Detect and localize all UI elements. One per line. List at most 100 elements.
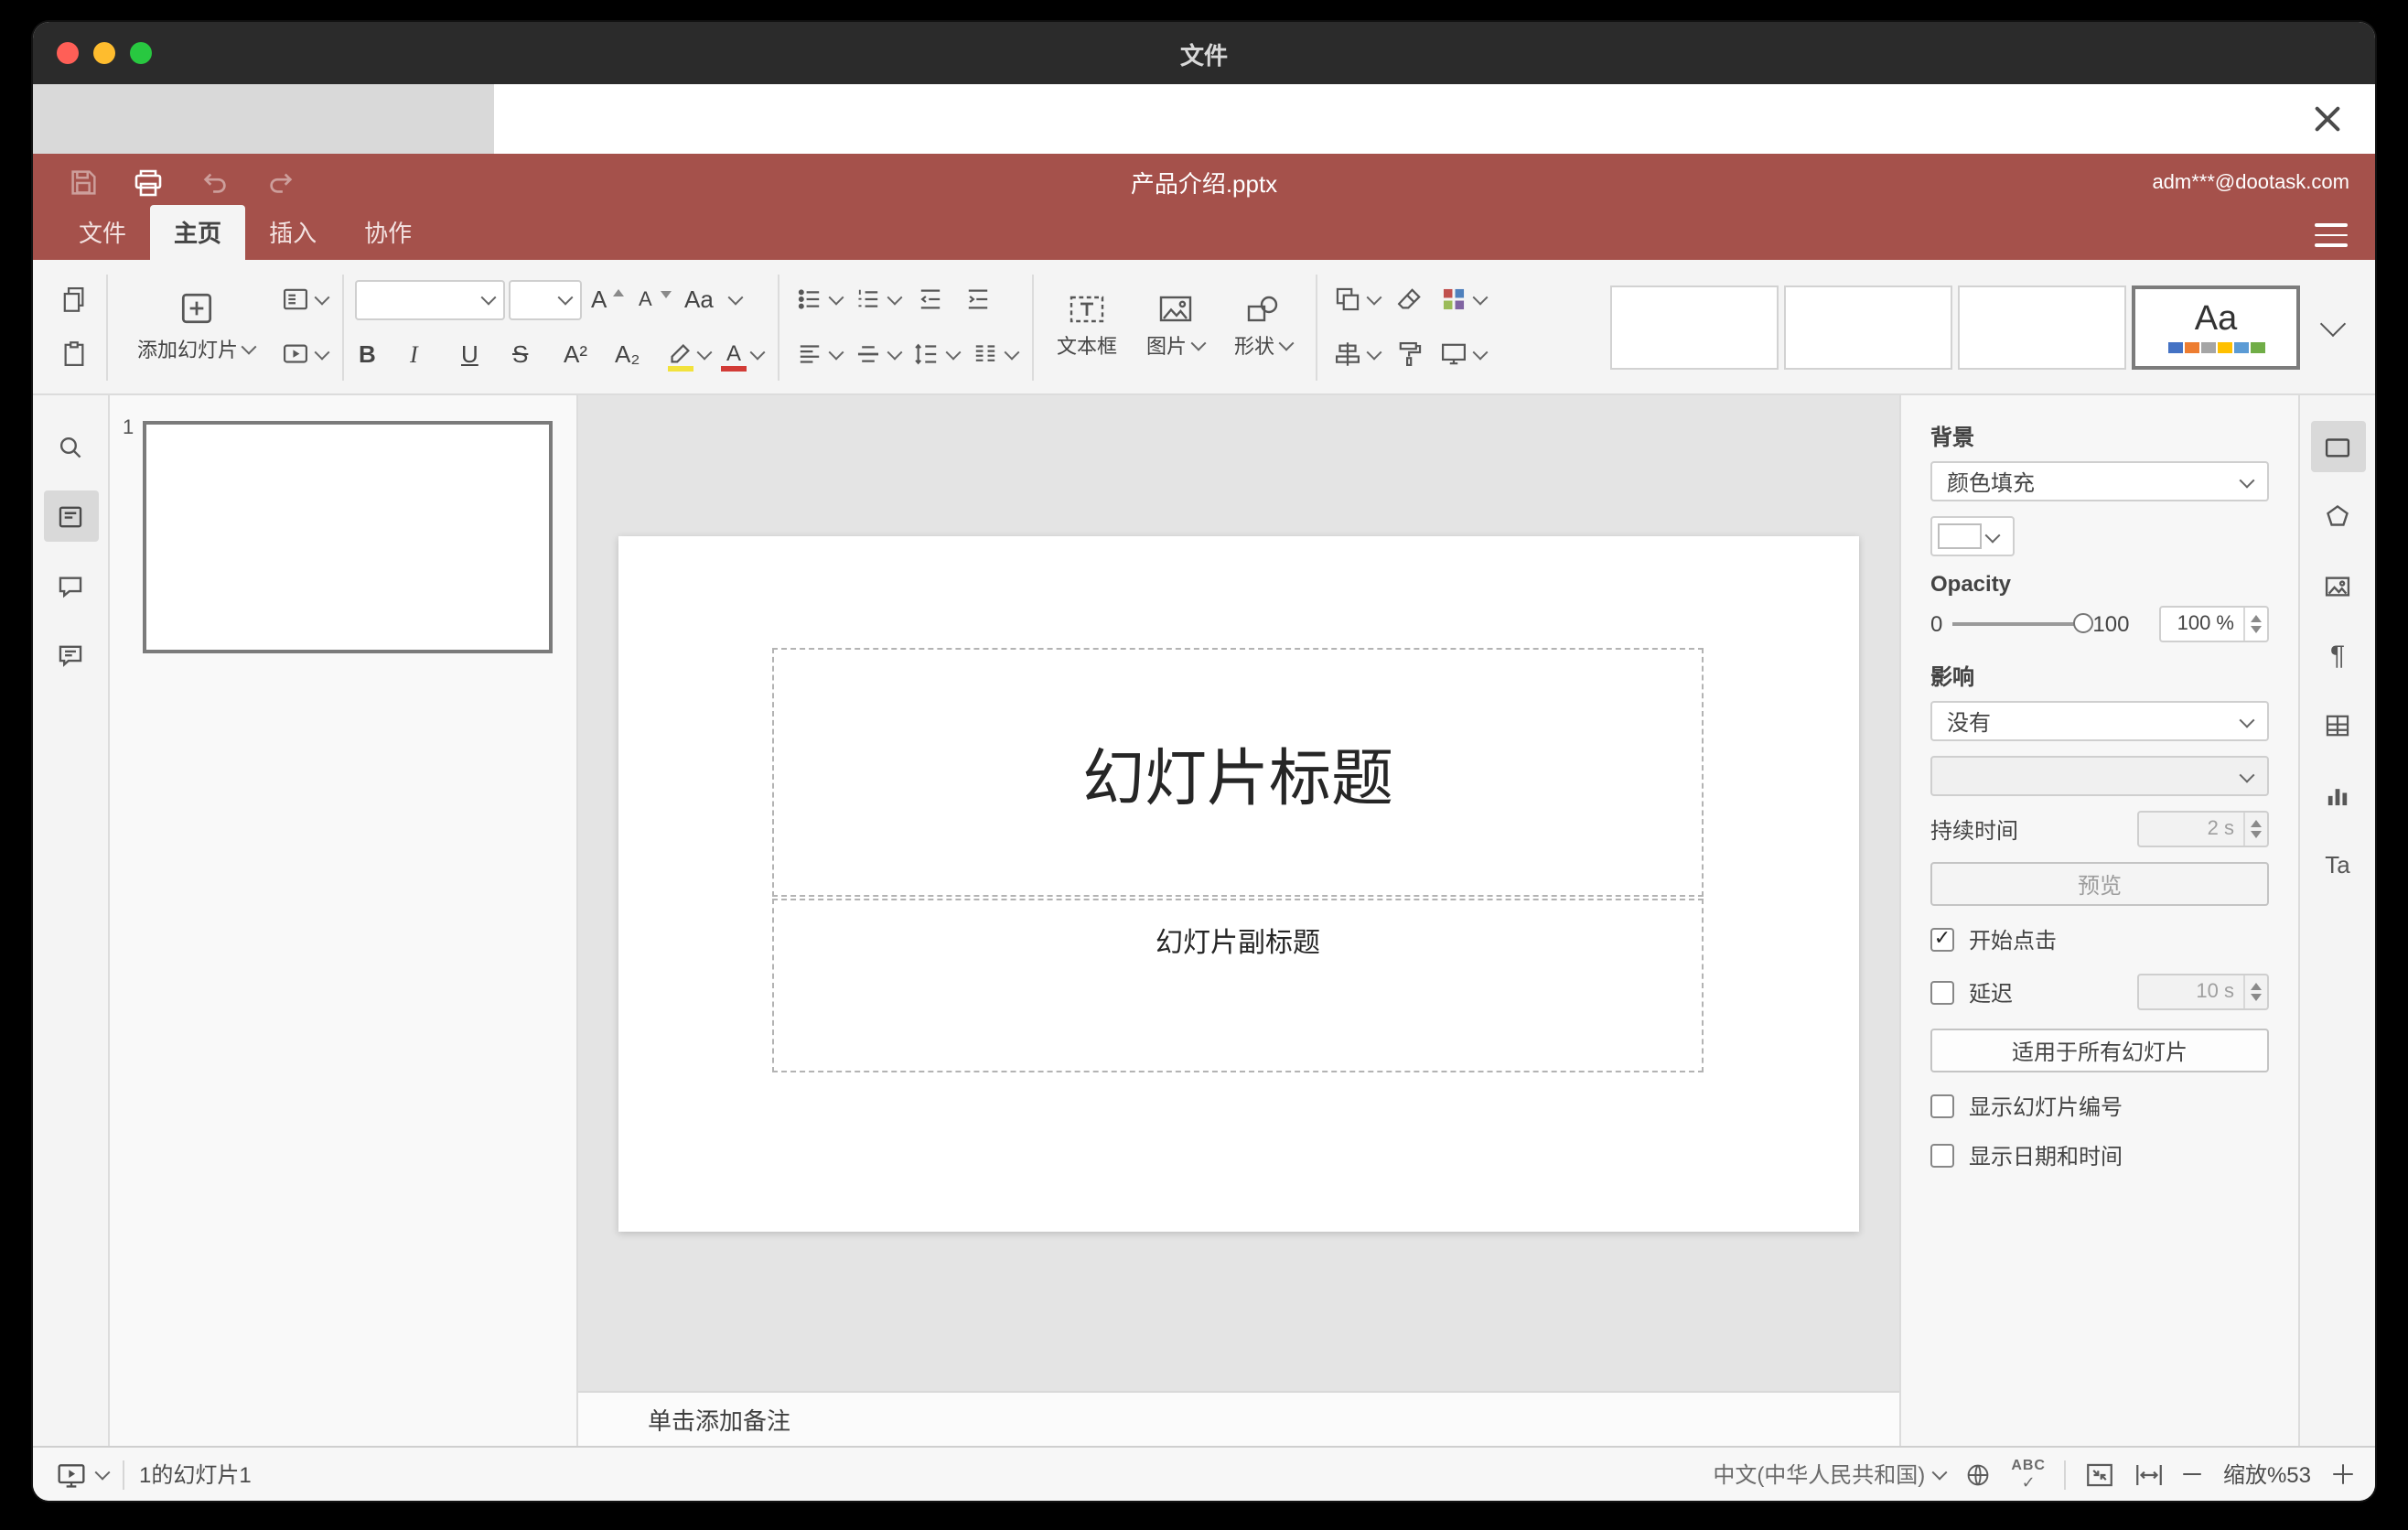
table-settings-button[interactable] xyxy=(2310,699,2365,750)
slide[interactable]: 幻灯片标题 幻灯片副标题 xyxy=(618,536,1859,1232)
image-settings-button[interactable] xyxy=(2310,560,2365,611)
textart-settings-icon: Ta xyxy=(2325,850,2350,878)
title-placeholder[interactable]: 幻灯片标题 xyxy=(772,648,1704,897)
slides-panel-button[interactable] xyxy=(43,490,98,542)
decrease-font-label: A xyxy=(639,288,652,310)
comments-button[interactable] xyxy=(43,560,98,611)
start-on-click-checkbox[interactable]: ✓ xyxy=(1930,928,1954,952)
paragraph-settings-button[interactable]: ¶ xyxy=(2310,630,2365,681)
opacity-slider[interactable] xyxy=(1951,613,2093,633)
add-slide-button[interactable]: 添加幻灯片 xyxy=(119,275,273,378)
shape-label: 形状 xyxy=(1234,337,1274,359)
decrease-indent-button[interactable] xyxy=(908,275,951,323)
bold-button[interactable]: B xyxy=(355,330,403,378)
show-slide-number-checkbox[interactable] xyxy=(1930,1094,1954,1118)
line-spacing-button[interactable] xyxy=(908,330,962,378)
highlight-color-button[interactable] xyxy=(662,330,714,378)
tab-insert[interactable]: 插入 xyxy=(245,205,340,260)
copy-icon xyxy=(62,286,83,312)
slide-settings-button[interactable] xyxy=(2310,421,2365,472)
tab-file[interactable]: 文件 xyxy=(55,205,150,260)
theme-gallery-expand-icon[interactable] xyxy=(2319,309,2347,337)
increase-font-button[interactable]: A xyxy=(586,275,629,323)
zoom-in-button[interactable] xyxy=(2333,1464,2353,1484)
chart-settings-button[interactable] xyxy=(2310,769,2365,820)
insert-textbox-button[interactable]: 文本框 xyxy=(1045,275,1129,378)
spinner-arrows[interactable] xyxy=(2243,608,2267,641)
clear-style-button[interactable] xyxy=(1387,275,1431,323)
tab-home[interactable]: 主页 xyxy=(150,205,246,260)
subtitle-placeholder[interactable]: 幻灯片副标题 xyxy=(772,899,1704,1072)
theme-tile[interactable] xyxy=(1784,285,1952,369)
show-datetime-checkbox[interactable] xyxy=(1930,1144,1954,1168)
align-shape-button[interactable] xyxy=(1328,330,1383,378)
bullets-button[interactable] xyxy=(790,275,845,323)
increase-indent-button[interactable] xyxy=(955,275,999,323)
opacity-slider-knob[interactable] xyxy=(2072,613,2093,633)
slide-size-button[interactable] xyxy=(1435,330,1489,378)
theme-tile[interactable] xyxy=(1958,285,2126,369)
delay-spinner[interactable]: 10 s xyxy=(2137,974,2269,1010)
highlight-icon xyxy=(666,338,693,371)
subscript-button[interactable]: A₂ xyxy=(611,330,659,378)
start-slideshow-status-button[interactable] xyxy=(55,1460,111,1489)
paragraph-settings-icon: ¶ xyxy=(2329,640,2346,671)
font-name-select[interactable] xyxy=(355,279,505,319)
user-account[interactable]: adm***@dootask.com xyxy=(2152,171,2349,193)
theme-tile-selected[interactable]: Aa xyxy=(2132,285,2300,369)
slide-thumbnail[interactable] xyxy=(143,421,553,653)
increase-indent-icon xyxy=(967,289,987,309)
theme-tile[interactable] xyxy=(1610,285,1779,369)
fit-slide-button[interactable] xyxy=(2084,1460,2115,1489)
font-color-button[interactable]: A xyxy=(717,330,767,378)
effect-select[interactable]: 没有 xyxy=(1930,701,2269,741)
font-size-select[interactable] xyxy=(509,279,582,319)
spinner-arrows[interactable] xyxy=(2243,813,2267,846)
arrange-shape-button[interactable] xyxy=(1328,275,1383,323)
superscript-button[interactable]: A² xyxy=(560,330,607,378)
strikethrough-button[interactable]: S xyxy=(509,330,556,378)
textart-settings-button[interactable]: Ta xyxy=(2310,838,2365,889)
spellcheck-button[interactable]: ABC ✓ xyxy=(2011,1457,2046,1491)
delay-checkbox[interactable] xyxy=(1930,980,1954,1004)
shape-settings-button[interactable] xyxy=(2310,490,2365,542)
opacity-spinner[interactable]: 100 % xyxy=(2159,606,2269,642)
duration-spinner[interactable]: 2 s xyxy=(2137,811,2269,847)
copy-style-button[interactable] xyxy=(1387,330,1431,378)
italic-button[interactable]: I xyxy=(406,330,454,378)
paste-button[interactable] xyxy=(51,330,95,378)
color-scheme-button[interactable] xyxy=(1435,275,1489,323)
feedback-button[interactable] xyxy=(43,630,98,681)
close-icon[interactable] xyxy=(2309,101,2346,137)
start-slideshow-button[interactable] xyxy=(276,330,331,378)
decrease-font-button[interactable]: A xyxy=(633,275,677,323)
numbering-button[interactable] xyxy=(849,275,904,323)
vertical-align-button[interactable] xyxy=(849,330,904,378)
columns-button[interactable] xyxy=(966,330,1021,378)
background-color-select[interactable] xyxy=(1930,516,2015,556)
insert-image-button[interactable]: 图片 xyxy=(1133,275,1217,378)
horizontal-align-button[interactable] xyxy=(790,330,845,378)
copy-button[interactable] xyxy=(51,275,95,323)
fit-width-button[interactable] xyxy=(2134,1460,2165,1489)
set-language-button[interactable] xyxy=(1963,1460,1993,1489)
apply-to-all-button[interactable]: 适用于所有幻灯片 xyxy=(1930,1029,2269,1072)
background-fill-select[interactable]: 颜色填充 xyxy=(1930,461,2269,501)
toolbar-separator xyxy=(1316,274,1317,380)
opacity-slider-row: 0 100 100 % xyxy=(1930,606,2269,642)
slide-layout-button[interactable] xyxy=(276,275,331,323)
spinner-arrows[interactable] xyxy=(2243,975,2267,1008)
preview-button[interactable]: 预览 xyxy=(1930,862,2269,906)
insert-shape-button[interactable]: 形状 xyxy=(1220,275,1305,378)
menu-icon[interactable] xyxy=(2315,223,2348,247)
opacity-max-label: 100 xyxy=(2092,611,2130,637)
search-button[interactable] xyxy=(43,421,98,472)
tab-collaboration[interactable]: 协作 xyxy=(340,205,435,260)
change-case-button[interactable]: Aa xyxy=(681,275,745,323)
effect-type-select[interactable] xyxy=(1930,756,2269,796)
underline-button[interactable]: U xyxy=(457,330,505,378)
language-select[interactable]: 中文(中华人民共和国) xyxy=(1713,1459,1948,1490)
zoom-out-button[interactable] xyxy=(2183,1472,2201,1476)
notes-area[interactable]: 单击添加备注 xyxy=(578,1391,1899,1446)
document-title: 产品介绍.pptx xyxy=(1130,170,1278,198)
